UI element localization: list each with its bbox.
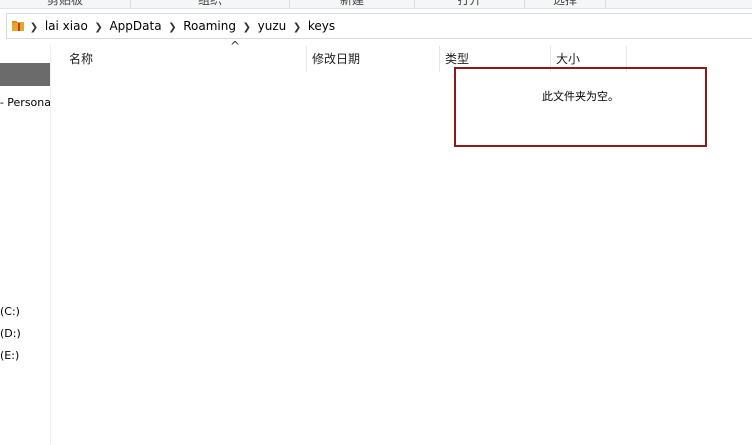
breadcrumb-item-yuzu[interactable]: yuzu [258,19,287,33]
chevron-right-icon[interactable]: ❯ [240,16,254,40]
nav-item-onedrive-personal[interactable]: - Persona [0,94,51,112]
breadcrumb-item-lai-xiao[interactable]: lai xiao [45,19,88,33]
nav-item-selected[interactable] [0,63,50,86]
column-header-name[interactable]: 名称 [64,46,307,72]
nav-item-drive-d[interactable]: (D:) [0,325,51,343]
ribbon-separator [605,0,606,8]
pane-divider[interactable] [50,44,51,445]
chevron-right-icon[interactable]: ❯ [290,16,304,40]
ribbon-group-clipboard: 剪贴板 [46,0,83,7]
nav-item-drive-e[interactable]: (E:) [0,347,51,365]
chevron-right-icon[interactable]: ❯ [165,16,179,40]
empty-folder-message: 此文件夹为空。 [454,67,707,147]
ribbon-group-new: 新建 [339,0,364,7]
column-header-date-modified[interactable]: 修改日期 [307,46,440,72]
chevron-right-icon[interactable]: ❯ [27,16,41,40]
empty-folder-text: 此文件夹为空。 [542,90,619,103]
breadcrumb-item-roaming[interactable]: Roaming [183,19,236,33]
nav-item-drive-c[interactable]: (C:) [0,303,51,321]
ribbon-group-open: 打开 [457,0,482,7]
breadcrumb: ❯ lai xiao ❯ AppData ❯ Roaming ❯ yuzu ❯ … [27,14,335,38]
ribbon-group-organize: 组织 [197,0,222,7]
address-bar[interactable]: ❯ lai xiao ❯ AppData ❯ Roaming ❯ yuzu ❯ … [6,13,752,39]
chevron-right-icon[interactable]: ❯ [92,16,106,40]
folder-icon [12,21,24,31]
navigation-pane: - Persona (C:) (D:) (E:) [0,44,51,445]
breadcrumb-item-appdata[interactable]: AppData [109,19,161,33]
ribbon-group-select: 选择 [552,0,577,7]
breadcrumb-item-keys[interactable]: keys [308,19,335,33]
ribbon-group-labels: 剪贴板 组织 新建 打开 选择 [0,0,752,9]
